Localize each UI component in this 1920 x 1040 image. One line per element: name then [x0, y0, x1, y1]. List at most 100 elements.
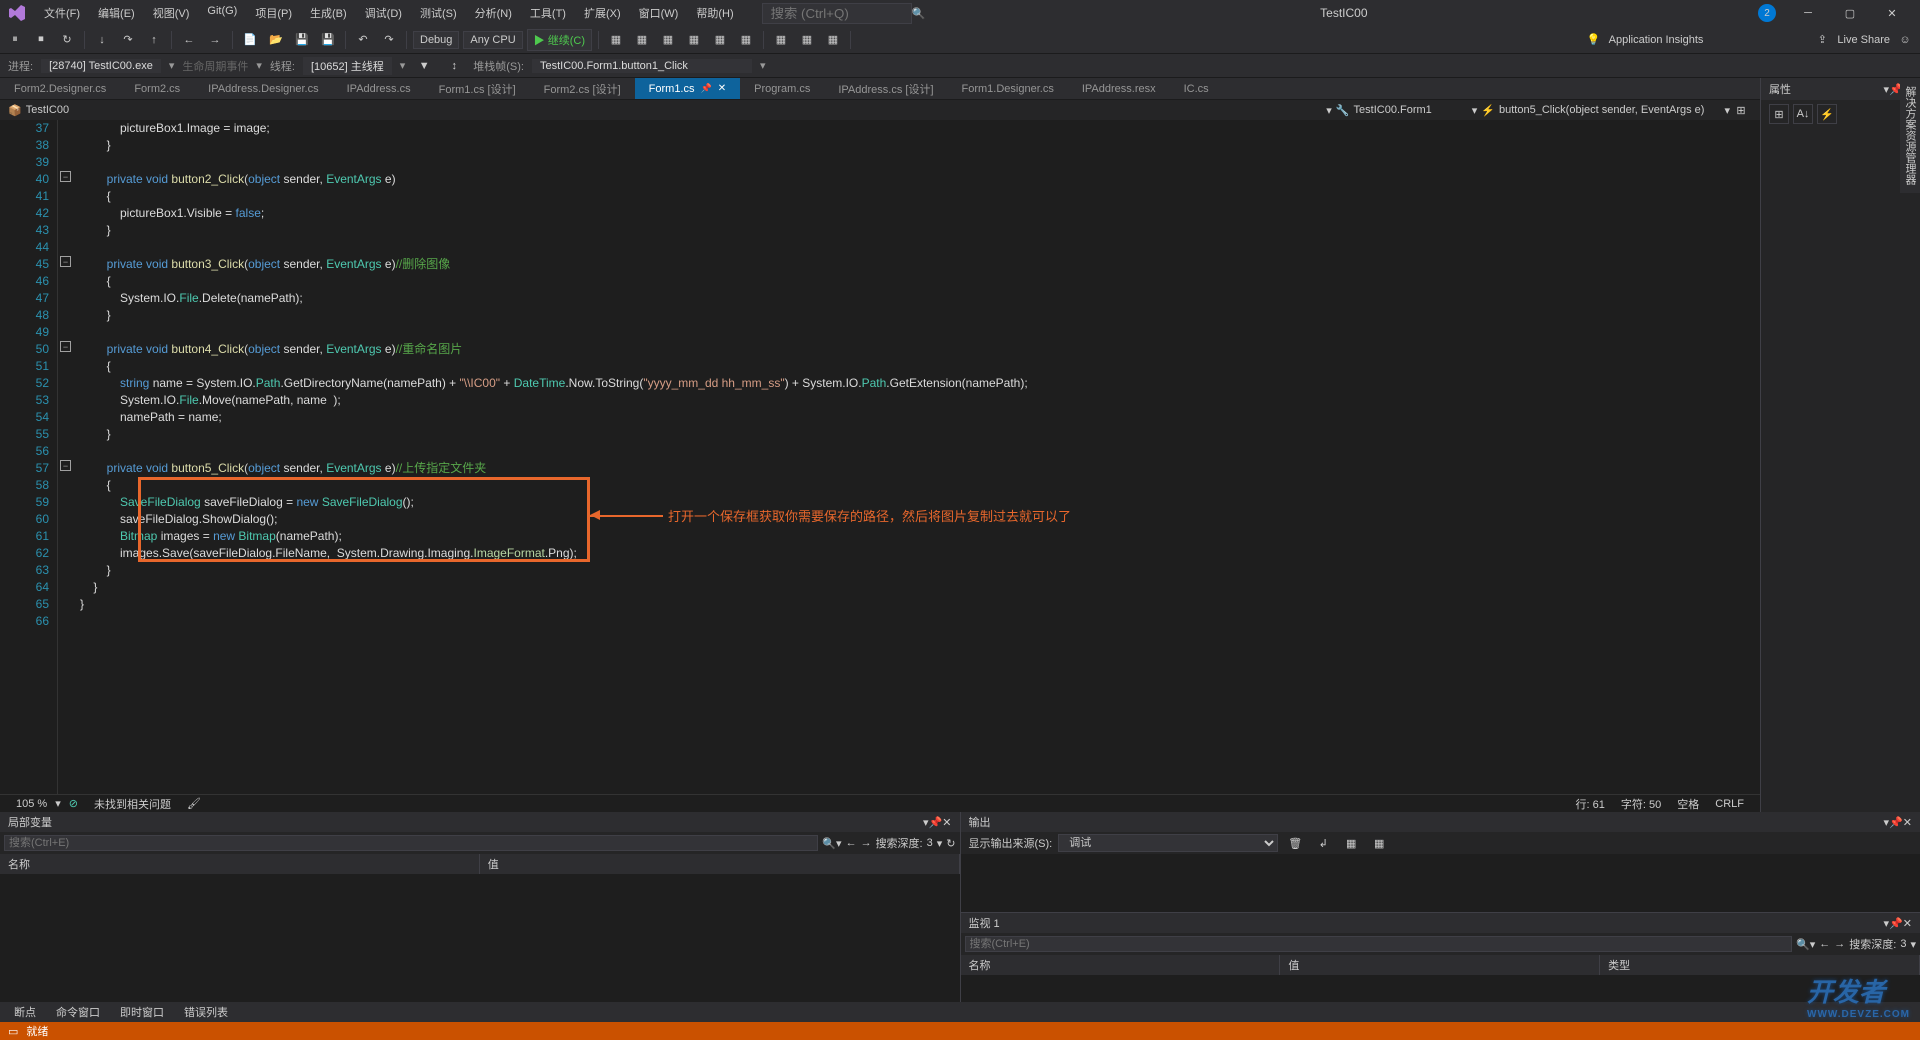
minimize-button[interactable]: ─ — [1788, 0, 1828, 26]
menu-project[interactable]: 项目(P) — [247, 2, 300, 24]
config-dropdown[interactable]: Debug — [413, 31, 459, 49]
fold-toggle[interactable]: − — [60, 341, 71, 352]
line-ending[interactable]: CRLF — [1707, 798, 1752, 810]
class-crumb[interactable]: TestIC00.Form1 — [1354, 104, 1432, 116]
menu-file[interactable]: 文件(F) — [36, 2, 88, 24]
brush-icon[interactable]: 🖌 — [179, 797, 209, 810]
toggle-wrap-icon[interactable]: ↲ — [1312, 832, 1334, 854]
restart-icon[interactable]: ↻ — [56, 29, 78, 51]
pin-icon[interactable]: 📌 — [1889, 917, 1903, 930]
menu-extensions[interactable]: 扩展(X) — [576, 2, 629, 24]
platform-dropdown[interactable]: Any CPU — [463, 31, 522, 49]
nav-fwd-icon[interactable]: → — [861, 837, 872, 849]
tab-immediate[interactable]: 即时窗口 — [110, 1002, 174, 1022]
depth-dropdown[interactable]: 3 — [927, 837, 933, 849]
zoom-level[interactable]: 105 % — [8, 798, 55, 810]
close-icon[interactable]: ✕ — [1903, 917, 1912, 930]
split-icon[interactable]: ⊞ — [1730, 99, 1752, 121]
tab-program[interactable]: Program.cs — [740, 78, 824, 99]
menu-analyze[interactable]: 分析(N) — [467, 2, 520, 24]
code-editor[interactable]: 3738394041424344454647484950515253545556… — [0, 120, 1760, 794]
watch-col-type[interactable]: 类型 — [1600, 955, 1920, 975]
fold-column[interactable]: − − − − — [58, 120, 76, 794]
fold-toggle[interactable]: − — [60, 171, 71, 182]
menu-debug[interactable]: 调试(D) — [357, 2, 410, 24]
tab-ipaddress[interactable]: IPAddress.cs — [333, 78, 425, 99]
tab-error-list[interactable]: 错误列表 — [174, 1002, 238, 1022]
step-into-icon[interactable]: ↓ — [91, 29, 113, 51]
save-icon[interactable]: 💾 — [291, 29, 313, 51]
tb-icon-5[interactable]: ▦ — [709, 29, 731, 51]
pin-icon[interactable]: 📌 — [1889, 816, 1903, 829]
process-dropdown[interactable]: [28740] TestIC00.exe — [41, 59, 161, 73]
redo-icon[interactable]: ↷ — [378, 29, 400, 51]
tb-icon-9[interactable]: ▦ — [822, 29, 844, 51]
nav-back-icon[interactable]: ← — [178, 29, 200, 51]
events-icon[interactable]: ⚡ — [1817, 104, 1837, 124]
watch-search-input[interactable] — [965, 936, 1793, 952]
thread-dropdown[interactable]: [10652] 主线程 — [303, 57, 392, 75]
filter-icon[interactable]: ▼ — [413, 55, 435, 77]
close-button[interactable]: ✕ — [1872, 0, 1912, 26]
menu-git[interactable]: Git(G) — [199, 2, 245, 24]
issues-status[interactable]: 未找到相关问题 — [86, 796, 179, 812]
output-icon-2[interactable]: ▦ — [1368, 832, 1390, 854]
code-body[interactable]: pictureBox1.Image = image; } private voi… — [76, 120, 1760, 794]
nav-fwd-icon[interactable]: → — [204, 29, 226, 51]
menu-edit[interactable]: 编辑(E) — [90, 2, 143, 24]
tab-form2[interactable]: Form2.cs — [120, 78, 194, 99]
new-file-icon[interactable]: 📄 — [239, 29, 261, 51]
fold-toggle[interactable]: − — [60, 460, 71, 471]
tb-icon-3[interactable]: ▦ — [657, 29, 679, 51]
lifecycle-dropdown[interactable]: 生命周期事件 — [182, 58, 248, 74]
stackframe-dropdown[interactable]: TestIC00.Form1.button1_Click — [532, 59, 752, 73]
pin-icon[interactable]: 📌 — [929, 816, 943, 829]
undo-icon[interactable]: ↶ — [352, 29, 374, 51]
tb-icon-2[interactable]: ▦ — [631, 29, 653, 51]
maximize-button[interactable]: ▢ — [1830, 0, 1870, 26]
sort-icon[interactable]: ↕ — [443, 55, 465, 77]
close-icon[interactable]: ✕ — [942, 816, 951, 829]
notifications-badge[interactable]: 2 — [1758, 4, 1776, 22]
solution-explorer-tab[interactable]: 解决方案资源管理器 — [1900, 78, 1920, 193]
close-icon[interactable]: ✕ — [718, 83, 726, 94]
nav-back-icon[interactable]: ← — [846, 837, 857, 849]
fold-toggle[interactable]: − — [60, 256, 71, 267]
project-crumb[interactable]: 📦 TestIC00 — [8, 104, 69, 117]
tab-form1-cs[interactable]: Form1.cs📌✕ — [635, 78, 740, 99]
output-source-dropdown[interactable]: 调试 — [1058, 834, 1278, 852]
tb-icon-8[interactable]: ▦ — [796, 29, 818, 51]
search-icon[interactable]: 🔍 — [908, 2, 930, 24]
save-all-icon[interactable]: 💾 — [317, 29, 339, 51]
search-icon[interactable]: 🔍▾ — [1796, 938, 1815, 951]
menu-test[interactable]: 测试(S) — [412, 2, 465, 24]
watch-col-value[interactable]: 值 — [1280, 955, 1600, 975]
tb-icon-4[interactable]: ▦ — [683, 29, 705, 51]
locals-col-value[interactable]: 值 — [480, 854, 960, 874]
watch-col-name[interactable]: 名称 — [961, 955, 1281, 975]
nav-fwd-icon[interactable]: → — [1834, 938, 1845, 950]
pin-icon[interactable]: 📌 — [701, 83, 712, 94]
open-icon[interactable]: 📂 — [265, 29, 287, 51]
insights-icon[interactable]: 💡 — [1583, 29, 1605, 51]
indent-mode[interactable]: 空格 — [1669, 796, 1707, 812]
tab-ipaddress-resx[interactable]: IPAddress.resx — [1068, 78, 1170, 99]
liveshare-icon[interactable]: ⇪ — [1811, 29, 1833, 51]
tab-form1-designer[interactable]: Form1.Designer.cs — [948, 78, 1068, 99]
search-icon[interactable]: 🔍▾ — [822, 837, 841, 850]
tab-form1-design[interactable]: Form1.cs [设计] — [425, 78, 530, 99]
menu-build[interactable]: 生成(B) — [302, 2, 355, 24]
continue-button[interactable]: ▶ 继续(C) — [527, 29, 592, 51]
output-icon-1[interactable]: ▦ — [1340, 832, 1362, 854]
menu-window[interactable]: 窗口(W) — [631, 2, 687, 24]
pause-icon[interactable]: ⏸ — [4, 29, 26, 51]
categorize-icon[interactable]: ⊞ — [1769, 104, 1789, 124]
depth-dropdown[interactable]: 3 — [1900, 938, 1906, 950]
liveshare-button[interactable]: Live Share — [1837, 34, 1890, 46]
tb-icon-6[interactable]: ▦ — [735, 29, 757, 51]
method-crumb[interactable]: button5_Click(object sender, EventArgs e… — [1499, 104, 1704, 116]
tab-breakpoints[interactable]: 断点 — [4, 1002, 46, 1022]
menu-view[interactable]: 视图(V) — [145, 2, 198, 24]
tab-ipaddress-designer[interactable]: IPAddress.Designer.cs — [194, 78, 332, 99]
menu-help[interactable]: 帮助(H) — [688, 2, 741, 24]
